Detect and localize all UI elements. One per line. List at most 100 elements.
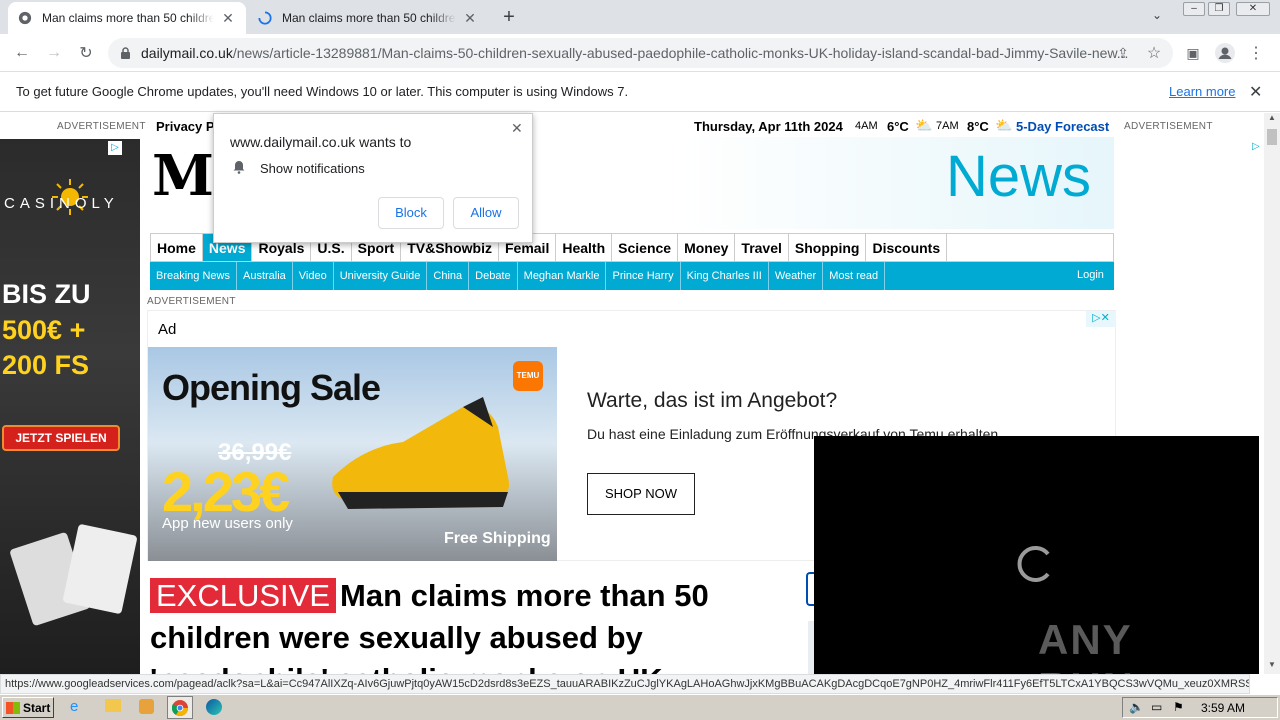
restore-button[interactable]: ❐ <box>1208 2 1230 16</box>
tab-loading[interactable]: Man claims more than 50 children were se… <box>248 2 488 34</box>
menu-kebab-icon[interactable]: ⋮ <box>1246 43 1266 63</box>
subnav-item-university-guide[interactable]: University Guide <box>334 262 428 290</box>
action-center-icon[interactable]: ⚑ <box>1173 700 1184 714</box>
update-infobar: To get future Google Chrome updates, you… <box>0 72 1280 112</box>
address-bar[interactable]: dailymail.co.uk/news/article-13289881/Ma… <box>108 38 1173 68</box>
privacy-link[interactable]: Privacy P <box>156 119 215 134</box>
casino-line2: 500€ + <box>2 315 86 345</box>
subnav-item-most-read[interactable]: Most read <box>823 262 886 290</box>
windows-taskbar: Start e 🔈 ▭ ⚑ 3:59 AM <box>0 694 1280 720</box>
nav-item-home[interactable]: Home <box>151 234 203 261</box>
nav-item-shopping[interactable]: Shopping <box>789 234 867 261</box>
loading-spinner-icon <box>1017 546 1050 582</box>
weather-temp-2: 8°C <box>967 119 989 134</box>
free-shipping-text: Free Shipping <box>444 530 551 547</box>
subnav-item-prince-harry[interactable]: Prince Harry <box>606 262 681 290</box>
windows-logo-icon <box>6 701 20 714</box>
subnav-item-weather[interactable]: Weather <box>769 262 824 290</box>
close-tab-icon[interactable]: ✕ <box>220 10 236 27</box>
nav-item-health[interactable]: Health <box>556 234 613 261</box>
advertisement-label: ADVERTISEMENT <box>1124 121 1213 132</box>
allow-button[interactable]: Allow <box>453 197 519 229</box>
dialog-site-text: www.dailymail.co.uk wants to <box>230 134 412 150</box>
notification-permission-dialog: www.dailymail.co.uk wants to ✕ Show noti… <box>213 113 533 243</box>
chrome-taskbar-icon[interactable] <box>167 696 193 719</box>
close-window-button[interactable]: ✕ <box>1236 2 1270 16</box>
weather-time-2: 7AM <box>936 120 959 132</box>
nav-item-discounts[interactable]: Discounts <box>866 234 948 261</box>
playing-card-image <box>62 523 138 615</box>
subnav-item-meghan-markle[interactable]: Meghan Markle <box>518 262 607 290</box>
casino-line1: BIS ZU <box>2 279 91 309</box>
start-label: Start <box>23 700 51 715</box>
ie-icon[interactable]: e <box>70 698 78 715</box>
weather-time-1: 4AM <box>855 120 878 132</box>
login-link[interactable]: Login <box>1077 269 1104 281</box>
date-text: Thursday, Apr 11th 2024 <box>694 119 843 134</box>
network-icon[interactable]: ▭ <box>1151 700 1162 714</box>
exclusive-badge: EXCLUSIVE <box>150 578 337 613</box>
nav-item-money[interactable]: Money <box>678 234 736 261</box>
lock-icon <box>121 47 130 59</box>
subnav-item-debate[interactable]: Debate <box>469 262 518 290</box>
video-player[interactable]: ANY RUN <box>814 436 1259 674</box>
profile-avatar-icon[interactable] <box>1215 43 1235 63</box>
subnav-item-china[interactable]: China <box>427 262 470 290</box>
permission-text: Show notifications <box>260 161 365 176</box>
url-host: dailymail.co.uk <box>141 45 233 61</box>
subnav-item-breaking-news[interactable]: Breaking News <box>150 262 237 290</box>
forecast-link[interactable]: 5-Day Forecast <box>1016 119 1109 134</box>
temu-ad-image[interactable]: Opening Sale TEMU 36,99€ 2,23€ App new u… <box>148 347 557 561</box>
anyrun-watermark: ANY RUN <box>1038 616 1133 674</box>
back-arrow-icon[interactable]: ← <box>12 43 32 63</box>
shop-now-button[interactable]: SHOP NOW <box>587 473 695 515</box>
weather-temp-1: 6°C <box>887 119 909 134</box>
close-tab-icon[interactable]: ✕ <box>462 10 478 27</box>
tab-active[interactable]: Man claims more than 50 children were se… <box>8 2 246 34</box>
media-player-icon[interactable] <box>139 699 154 714</box>
ad-choices-icon[interactable]: ▷✕ <box>1086 311 1116 327</box>
subnav-item-video[interactable]: Video <box>293 262 334 290</box>
learn-more-link[interactable]: Learn more <box>1169 84 1235 99</box>
block-button[interactable]: Block <box>378 197 444 229</box>
scrollbar-thumb[interactable] <box>1267 129 1277 145</box>
side-panel-icon[interactable]: ▣ <box>1183 43 1203 63</box>
casino-brand: CASINOLY <box>4 195 119 212</box>
minimize-button[interactable]: – <box>1183 2 1205 16</box>
start-button[interactable]: Start <box>2 697 54 718</box>
folder-icon[interactable] <box>105 699 121 712</box>
link-status-bubble: https://www.googleadservices.com/pagead/… <box>0 674 1250 694</box>
article-headline[interactable]: EXCLUSIVE Man claims more than 50 childre… <box>150 575 800 674</box>
casino-ad[interactable]: ▷ CASINOLY BIS ZU 500€ + 200 FS JETZT SP… <box>0 139 140 674</box>
close-infobar-icon[interactable]: ✕ <box>1249 82 1262 102</box>
nav-item-science[interactable]: Science <box>612 234 679 261</box>
forward-arrow-icon[interactable]: → <box>44 43 64 63</box>
tab-strip: Man claims more than 50 children were se… <box>0 0 1280 34</box>
vertical-scrollbar[interactable]: ▲ ▼ <box>1264 113 1280 674</box>
nav-item-travel[interactable]: Travel <box>735 234 789 261</box>
new-tab-button[interactable]: + <box>498 7 520 29</box>
close-dialog-icon[interactable]: ✕ <box>511 120 523 137</box>
scroll-down-arrow-icon[interactable]: ▼ <box>1264 660 1280 674</box>
ad-choices-icon[interactable]: ▷ <box>108 141 122 155</box>
tab-search-chevron-icon[interactable]: ⌄ <box>1152 8 1162 22</box>
subnav-item-australia[interactable]: Australia <box>237 262 293 290</box>
browser-toolbar: ← → ↻ dailymail.co.uk/news/article-13289… <box>0 34 1280 72</box>
scroll-up-arrow-icon[interactable]: ▲ <box>1264 113 1280 127</box>
casino-cta-button[interactable]: JETZT SPIELEN <box>2 425 120 451</box>
reload-icon[interactable]: ↻ <box>76 43 96 63</box>
loading-spinner-icon <box>258 11 272 25</box>
bell-icon <box>233 161 245 174</box>
section-title: News <box>946 144 1092 209</box>
subnav-item-king-charles-iii[interactable]: King Charles III <box>681 262 769 290</box>
partly-cloudy-icon: ⛅ <box>995 117 1013 133</box>
volume-icon[interactable]: 🔈 <box>1129 700 1144 714</box>
daily-mail-logo[interactable]: M <box>152 143 212 209</box>
ad-choices-icon[interactable]: ▷ <box>1252 141 1264 155</box>
bookmark-star-icon[interactable]: ☆ <box>1144 43 1164 63</box>
tab-title: Man claims more than 50 children were se… <box>42 11 214 25</box>
globe-icon <box>18 11 32 25</box>
ad-headline[interactable]: Warte, das ist im Angebot? <box>587 389 837 413</box>
edge-icon[interactable] <box>206 699 222 715</box>
share-icon[interactable]: ⇪ <box>1113 43 1133 63</box>
